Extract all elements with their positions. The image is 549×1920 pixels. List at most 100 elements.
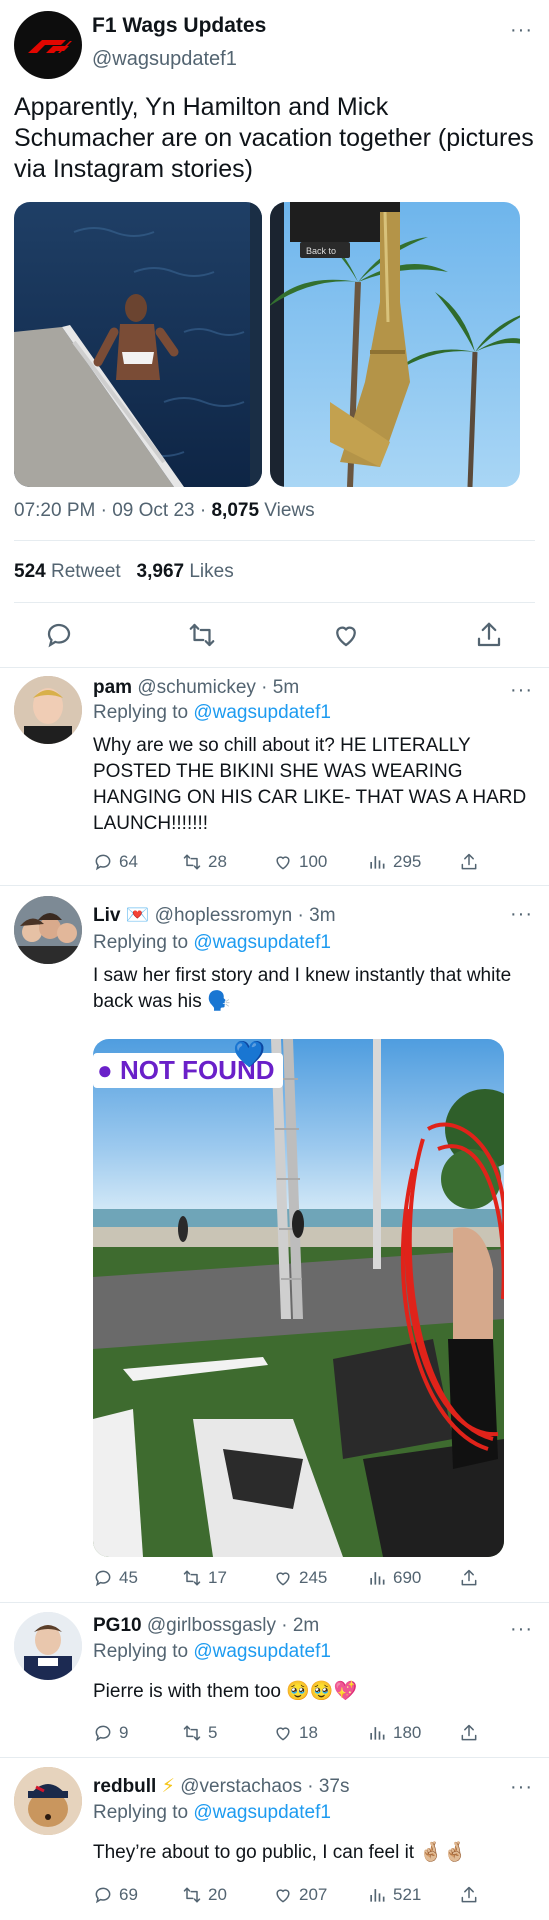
- tweet-time: 07:20 PM · 09 Oct 23 ·: [14, 500, 212, 521]
- author-name[interactable]: Liv: [93, 905, 120, 926]
- share-icon[interactable]: [474, 620, 504, 650]
- author-name[interactable]: pam: [93, 677, 132, 698]
- like-button[interactable]: 207: [273, 1885, 327, 1905]
- like-label[interactable]: Likes: [184, 561, 233, 582]
- avatar[interactable]: [14, 1612, 82, 1680]
- photo-swimmer-at-boat: [14, 202, 262, 487]
- replying-to-link[interactable]: @wagsupdatef1: [193, 1641, 331, 1662]
- reply-photo[interactable]: ● NOT FOUND 💙: [93, 1039, 504, 1557]
- reply-author[interactable]: pam @schumickey · 5m: [93, 677, 299, 699]
- reply-text: Pierre is with them too 🥹🥹💖: [93, 1681, 358, 1702]
- retweet-icon: [183, 1570, 201, 1586]
- views-count: 8,075: [211, 500, 260, 521]
- share-button[interactable]: [459, 1885, 479, 1905]
- retweet-count[interactable]: 524: [14, 561, 46, 582]
- retweet-button[interactable]: 5: [182, 1723, 217, 1743]
- reply-icon: [95, 1725, 111, 1742]
- reply-author[interactable]: PG10 @girlbossgasly · 2m: [93, 1615, 319, 1637]
- blue-heart-emoji: 💙: [233, 1039, 266, 1069]
- reply-button[interactable]: 64: [93, 852, 138, 872]
- location-pin-icon: ●: [97, 1055, 113, 1085]
- replying-to: Replying to @wagsupdatef1: [93, 702, 331, 723]
- photo-tag-text: Back to: [306, 246, 336, 256]
- views-button[interactable]: 521: [367, 1885, 421, 1905]
- f1-logo-icon: [28, 40, 72, 53]
- tweet-photo-2[interactable]: Back to: [270, 202, 520, 487]
- more-icon[interactable]: ···: [510, 20, 533, 40]
- reply-text: Why are we so chill about it? HE LITERAL…: [93, 735, 527, 834]
- like-icon: [276, 856, 290, 870]
- like-icon[interactable]: [331, 620, 361, 650]
- views-label: Views: [259, 500, 315, 521]
- views-icon: [370, 1889, 385, 1902]
- share-button[interactable]: [459, 1723, 479, 1743]
- reply-icon: [95, 1570, 111, 1587]
- reply-button[interactable]: 9: [93, 1723, 128, 1743]
- like-count[interactable]: 3,967: [137, 561, 185, 582]
- tweet-timestamp: 07:20 PM · 09 Oct 23 · 8,075 Views: [14, 500, 315, 522]
- more-icon[interactable]: ···: [510, 1777, 533, 1797]
- views-icon: [370, 1572, 385, 1585]
- share-icon: [461, 1724, 477, 1741]
- tweet-photo-1[interactable]: [14, 202, 262, 487]
- retweet-icon: [183, 1725, 201, 1741]
- retweet-button[interactable]: 17: [182, 1568, 227, 1588]
- avatar[interactable]: [14, 676, 82, 744]
- replying-to-link[interactable]: @wagsupdatef1: [193, 702, 331, 723]
- like-button[interactable]: 100: [273, 852, 327, 872]
- author-name[interactable]: PG10: [93, 1615, 142, 1636]
- main-author-handle[interactable]: @wagsupdatef1: [92, 48, 237, 71]
- retweet-button[interactable]: 20: [182, 1885, 227, 1905]
- share-button[interactable]: [459, 1568, 479, 1588]
- views-button[interactable]: 690: [367, 1568, 421, 1588]
- reply-button[interactable]: 69: [93, 1885, 138, 1905]
- author-name[interactable]: redbull: [93, 1776, 156, 1797]
- views-icon: [370, 1727, 385, 1740]
- author-handle[interactable]: @schumickey · 5m: [132, 677, 299, 698]
- photo-bikini-on-car: Back to: [270, 202, 520, 487]
- more-icon[interactable]: ···: [510, 904, 533, 924]
- more-icon[interactable]: ···: [510, 680, 533, 700]
- author-handle[interactable]: @girlbossgasly · 2m: [142, 1615, 319, 1636]
- reply-icon: [95, 854, 111, 871]
- like-icon: [276, 1727, 290, 1741]
- views-button[interactable]: 180: [367, 1723, 421, 1743]
- tweet-text: Apparently, Yn Hamilton and Mick Schumac…: [14, 93, 534, 183]
- share-button[interactable]: [459, 852, 479, 872]
- reply-actions: 45 17 245 690: [93, 1568, 513, 1592]
- retweet-icon: [183, 1887, 201, 1903]
- like-button[interactable]: 245: [273, 1568, 327, 1588]
- main-avatar[interactable]: [14, 11, 82, 79]
- like-button[interactable]: 18: [273, 1723, 318, 1743]
- reply-actions: 64 28 100 295: [93, 852, 513, 876]
- author-handle[interactable]: @hoplessromyn · 3m: [149, 905, 336, 926]
- reply-button[interactable]: 45: [93, 1568, 138, 1588]
- tweet-stats: 524 Retweet 3,967 Likes: [14, 561, 234, 583]
- replying-to: Replying to @wagsupdatef1: [93, 932, 331, 953]
- main-author-name[interactable]: F1 Wags Updates: [92, 14, 266, 38]
- reply-text: They’re about to go public, I can feel i…: [93, 1842, 467, 1863]
- reply-author[interactable]: redbull ⚡ @verstachaos · 37s: [93, 1775, 350, 1798]
- share-icon: [461, 1886, 477, 1903]
- photo-beach-scene: [93, 1039, 504, 1557]
- retweet-label[interactable]: Retweet: [46, 561, 121, 582]
- author-handle[interactable]: @verstachaos · 37s: [180, 1776, 349, 1797]
- reply-icon: [95, 1887, 111, 1904]
- reply-icon[interactable]: [44, 620, 74, 650]
- reply-author[interactable]: Liv 💌 @hoplessromyn · 3m: [93, 903, 336, 927]
- more-icon[interactable]: ···: [510, 1619, 533, 1639]
- avatar[interactable]: [14, 1767, 82, 1835]
- name-emoji: ⚡: [161, 1776, 175, 1797]
- reply-text: I saw her first story and I knew instant…: [93, 965, 512, 1012]
- replying-to-link[interactable]: @wagsupdatef1: [193, 932, 331, 953]
- views-icon: [370, 856, 385, 869]
- retweet-button[interactable]: 28: [182, 852, 227, 872]
- retweet-icon[interactable]: [187, 620, 217, 650]
- replying-to: Replying to @wagsupdatef1: [93, 1641, 331, 1662]
- retweet-icon: [183, 854, 201, 870]
- reply-actions: 9 5 18 180: [93, 1723, 513, 1747]
- views-button[interactable]: 295: [367, 852, 421, 872]
- name-emoji: 💌: [125, 905, 150, 926]
- avatar[interactable]: [14, 896, 82, 964]
- replying-to-link[interactable]: @wagsupdatef1: [193, 1802, 331, 1823]
